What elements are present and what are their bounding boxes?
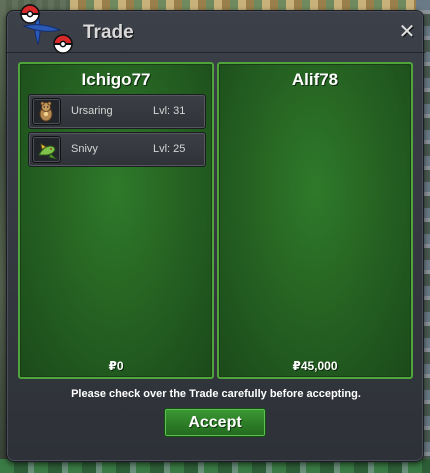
close-button[interactable]: ✕: [397, 21, 417, 43]
trade-window: Trade ✕ Ichigo77 Ursaring Lvl: 31 Snivy …: [6, 10, 425, 462]
trade-panel-alif78: Alif78 ₽45,000: [217, 62, 413, 379]
pokeball-logo-icon: [8, 0, 78, 62]
trade-notice-text: Please check over the Trade carefully be…: [71, 388, 361, 400]
trader-name: Alif78: [291, 70, 339, 89]
pokemon-level: Lvl: 25: [153, 143, 186, 155]
offered-money: ₽45,000: [292, 359, 338, 373]
ursaring-sprite-icon: [32, 98, 61, 125]
close-icon: ✕: [398, 21, 416, 43]
offered-money: ₽0: [108, 359, 124, 373]
trade-panel-ichigo77: Ichigo77 Ursaring Lvl: 31 Snivy Lvl: 25 …: [18, 62, 214, 379]
window-title: Trade: [83, 22, 134, 43]
pokemon-name: Ursaring: [71, 105, 113, 117]
pokemon-name: Snivy: [71, 143, 98, 155]
trade-pokemon-item[interactable]: Ursaring Lvl: 31: [28, 94, 206, 129]
trader-name: Ichigo77: [81, 70, 151, 89]
pokemon-level: Lvl: 31: [153, 105, 186, 117]
snivy-sprite-icon: [32, 136, 61, 163]
trade-pokemon-item[interactable]: Snivy Lvl: 25: [28, 132, 206, 167]
map-tiles-top: [70, 0, 430, 10]
accept-button[interactable]: Accept: [164, 408, 266, 437]
